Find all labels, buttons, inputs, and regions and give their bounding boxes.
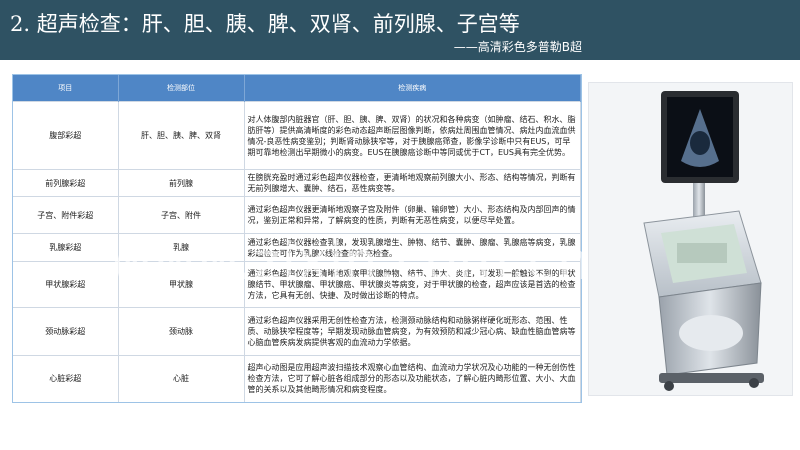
row-site: 肝、胆、胰、脾、双肾	[118, 101, 245, 170]
page-title: 2. 超声检查：肝、胆、胰、脾、双肾、前列腺、子宫等	[10, 12, 520, 36]
row-description: 通过彩色超声仪器采用无创性检查方法，检测颈动脉结构和动脉粥样硬化斑形态、范围、性…	[244, 307, 581, 356]
table-row: 子宫、附件彩超 子宫、附件 通过彩色超声仪器更清晰地观察子宫及附件（卵巢、输卵管…	[13, 196, 581, 234]
row-item: 颈动脉彩超	[13, 307, 119, 356]
row-item: 前列腺彩超	[13, 169, 119, 197]
watermark: www.zixin.com.cn	[110, 232, 591, 292]
row-item: 子宫、附件彩超	[13, 196, 119, 234]
ultrasound-machine-image	[588, 82, 793, 396]
row-description: 超声心动图是应用超声波扫描技术观察心血管结构、血流动力学状况及心功能的一种无创伤…	[244, 355, 581, 402]
row-site: 颈动脉	[118, 307, 245, 356]
row-description: 对人体腹部内脏器官（肝、胆、胰、脾、双肾）的状况和各种病变（如肿瘤、结石、积水、…	[244, 101, 581, 170]
row-description: 在膀胱充盈时通过彩色超声仪器检查，更清晰地观察前列腺大小、形态、结构等情况，判断…	[244, 169, 581, 197]
row-item: 心脏彩超	[13, 355, 119, 402]
header-site: 检测部位	[118, 75, 245, 102]
row-item: 甲状腺彩超	[13, 261, 119, 308]
row-description: 通过彩色超声仪器更清晰地观察子宫及附件（卵巢、输卵管）大小、形态结构及内部回声的…	[244, 196, 581, 234]
header-item: 项目	[13, 75, 119, 102]
ultrasound-machine-illustration	[643, 91, 764, 391]
title-bar: 2. 超声检查：肝、胆、胰、脾、双肾、前列腺、子宫等 ——高清彩色多普勒B超	[0, 0, 800, 60]
table-row: 腹部彩超 肝、胆、胰、脾、双肾 对人体腹部内脏器官（肝、胆、胰、脾、双肾）的状况…	[13, 101, 581, 170]
table-header-row: 项目 检测部位 检测疾病	[13, 75, 581, 102]
table-row: 颈动脉彩超 颈动脉 通过彩色超声仪器采用无创性检查方法，检测颈动脉结构和动脉粥样…	[13, 307, 581, 356]
header-disease: 检测疾病	[244, 75, 581, 102]
row-site: 子宫、附件	[118, 196, 245, 234]
row-item: 腹部彩超	[13, 101, 119, 170]
row-site: 心脏	[118, 355, 245, 402]
table-row: 心脏彩超 心脏 超声心动图是应用超声波扫描技术观察心血管结构、血流动力学状况及心…	[13, 355, 581, 402]
row-item: 乳腺彩超	[13, 233, 119, 262]
row-site: 前列腺	[118, 169, 245, 197]
page-subtitle: ——高清彩色多普勒B超	[453, 40, 582, 54]
table-row: 前列腺彩超 前列腺 在膀胱充盈时通过彩色超声仪器检查，更清晰地观察前列腺大小、形…	[13, 169, 581, 197]
